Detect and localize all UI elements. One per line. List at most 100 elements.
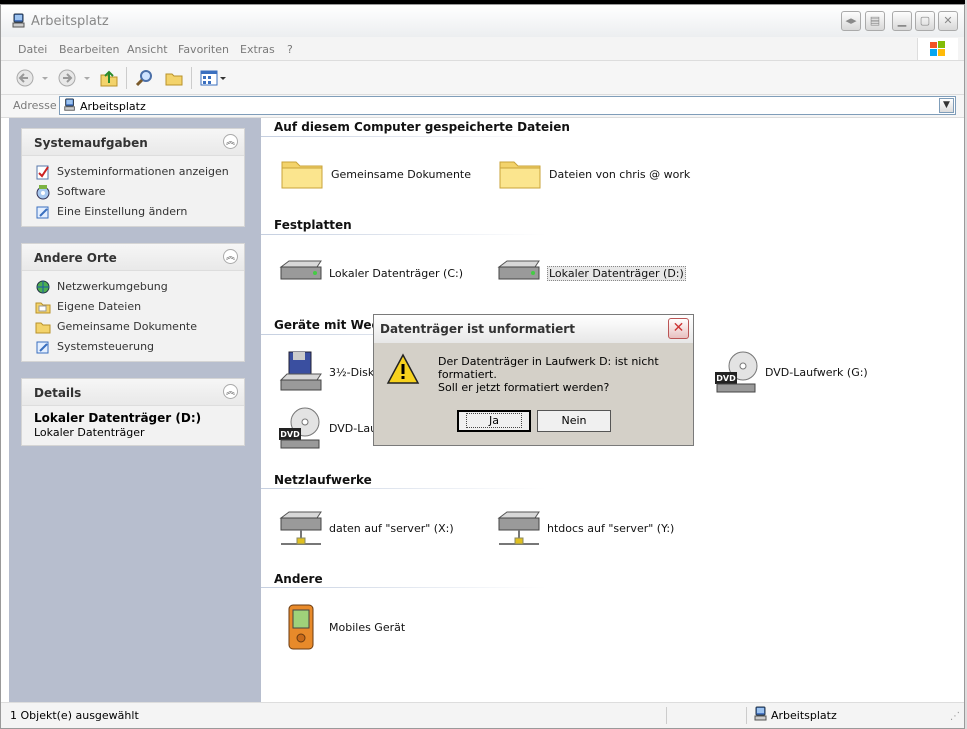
task-change-setting[interactable]: Eine Einstellung ändern	[22, 202, 244, 222]
place-network[interactable]: Netzwerkumgebung	[22, 277, 244, 297]
details-header[interactable]: Details ︽	[22, 379, 244, 406]
maximize-button[interactable]: ▢	[915, 11, 935, 31]
item-mobile-device[interactable]: Mobiles Gerät	[277, 603, 477, 651]
software-icon	[36, 185, 50, 200]
collapse-chevron-icon[interactable]: ︽	[223, 384, 238, 399]
system-tasks-header[interactable]: Systemaufgaben ︽	[22, 129, 244, 156]
menu-tools[interactable]: Extras	[240, 43, 275, 56]
resize-grip-icon[interactable]: ⋰	[950, 711, 960, 722]
close-button[interactable]: ✕	[938, 11, 958, 31]
item-dvd-g[interactable]: DVD DVD-Laufwerk (G:)	[713, 348, 913, 396]
details-item-name: Lokaler Datenträger (D:)	[34, 411, 202, 425]
item-network-x[interactable]: daten auf "server" (X:)	[277, 504, 477, 552]
other-places-panel: Andere Orte ︽ Netzwerkumgebung Eigene Da…	[21, 243, 245, 362]
item-label: Dateien von chris @ work	[549, 168, 691, 181]
dialog-close-button[interactable]: ✕	[668, 318, 689, 339]
task-system-info[interactable]: Systeminformationen anzeigen	[22, 162, 244, 182]
menu-favorites[interactable]: Favoriten	[178, 43, 229, 56]
toolbar	[1, 61, 964, 95]
control-panel-icon	[36, 206, 49, 219]
collapse-chevron-icon[interactable]: ︽	[223, 134, 238, 149]
item-drive-c[interactable]: Lokaler Datenträger (C:)	[277, 249, 477, 297]
network-drive-icon	[497, 511, 540, 545]
address-field[interactable]: Arbeitsplatz ▼	[59, 96, 956, 115]
forward-icon[interactable]	[57, 68, 91, 88]
address-dropdown-button[interactable]: ▼	[939, 98, 954, 113]
place-label: Systemsteuerung	[57, 340, 155, 353]
menu-file[interactable]: Datei	[18, 43, 47, 56]
no-button[interactable]: Nein	[537, 410, 611, 432]
section-title: Netzlaufwerke	[274, 473, 372, 487]
status-selection: 1 Objekt(e) ausgewählt	[10, 709, 139, 722]
system-tasks-title: Systemaufgaben	[34, 136, 148, 150]
control-panel-icon	[36, 341, 49, 354]
place-shared-documents[interactable]: Gemeinsame Dokumente	[22, 317, 244, 337]
status-location: Arbeitsplatz	[771, 709, 837, 722]
yes-button[interactable]: Ja	[457, 410, 531, 432]
title-bar[interactable]: Arbeitsplatz ◂▸ ▤ ▁ ▢ ✕	[1, 5, 964, 38]
menu-edit[interactable]: Bearbeiten	[59, 43, 119, 56]
status-bar: 1 Objekt(e) ausgewählt Arbeitsplatz ⋰	[1, 702, 964, 728]
svg-text:DVD: DVD	[716, 374, 736, 383]
floppy-drive-icon	[279, 351, 322, 391]
details-panel: Details ︽ Lokaler Datenträger (D:) Lokal…	[21, 378, 245, 446]
computer-icon	[12, 13, 25, 28]
hard-drive-icon	[279, 260, 322, 280]
status-separator	[666, 707, 667, 724]
item-floppy[interactable]: 3½-Diske	[277, 348, 387, 396]
menu-help[interactable]: ?	[287, 43, 293, 56]
place-my-documents[interactable]: Eigene Dateien	[22, 297, 244, 317]
section-divider	[261, 488, 546, 489]
address-bar: Adresse Arbeitsplatz ▼	[1, 95, 964, 118]
place-label: Netzwerkumgebung	[57, 280, 168, 293]
dvd-drive-icon: DVD	[279, 407, 320, 449]
item-shared-documents[interactable]: Gemeinsame Dokumente	[279, 150, 479, 198]
place-control-panel[interactable]: Systemsteuerung	[22, 337, 244, 357]
restore-tray-button[interactable]: ▤	[865, 11, 885, 31]
item-drive-d[interactable]: Lokaler Datenträger (D:)	[495, 249, 695, 297]
warning-icon	[386, 353, 420, 384]
section-divider	[261, 136, 546, 137]
item-label: Gemeinsame Dokumente	[331, 168, 471, 181]
collapse-chevron-icon[interactable]: ︽	[223, 249, 238, 264]
extra-button[interactable]: ◂▸	[841, 11, 861, 31]
section-title: Festplatten	[274, 218, 352, 232]
dialog-title: Datenträger ist unformatiert	[380, 322, 575, 336]
windows-logo-icon	[917, 38, 958, 60]
item-label: DVD-Laufwerk (G:)	[765, 366, 868, 379]
minimize-button[interactable]: ▁	[892, 11, 912, 31]
back-icon[interactable]	[15, 68, 49, 88]
item-label: Mobiles Gerät	[329, 621, 406, 634]
system-tasks-panel: Systemaufgaben ︽ Systeminformationen anz…	[21, 128, 245, 227]
window-title: Arbeitsplatz	[31, 14, 109, 29]
place-label: Gemeinsame Dokumente	[57, 320, 197, 333]
place-label: Eigene Dateien	[57, 300, 142, 313]
task-software[interactable]: Software	[22, 182, 244, 202]
item-dvd-drive[interactable]: DVD DVD-Lauf	[277, 404, 387, 452]
item-label: Lokaler Datenträger (C:)	[329, 267, 464, 280]
item-network-y[interactable]: htdocs auf "server" (Y:)	[495, 504, 695, 552]
views-icon[interactable]	[199, 68, 229, 88]
unformatted-disk-dialog: Datenträger ist unformatiert ✕ Der Daten…	[373, 314, 694, 446]
system-info-icon	[36, 165, 49, 180]
folder-up-icon[interactable]	[99, 68, 119, 88]
status-separator	[746, 707, 747, 724]
toolbar-separator	[191, 67, 192, 89]
dvd-drive-icon: DVD	[715, 351, 758, 393]
network-drive-icon	[279, 511, 322, 545]
details-item-type: Lokaler Datenträger	[34, 426, 145, 439]
other-places-title: Andere Orte	[34, 251, 117, 265]
dialog-message: Der Datenträger in Laufwerk D: ist nicht…	[438, 355, 659, 381]
folder-icon	[281, 161, 323, 189]
toolbar-separator	[126, 67, 127, 89]
item-label: htdocs auf "server" (Y:)	[547, 522, 675, 535]
folder-icon	[499, 161, 541, 189]
menu-view[interactable]: Ansicht	[127, 43, 168, 56]
other-places-header[interactable]: Andere Orte ︽	[22, 244, 244, 271]
item-user-files[interactable]: Dateien von chris @ work	[497, 150, 697, 198]
dialog-title-bar[interactable]: Datenträger ist unformatiert ✕	[374, 315, 693, 343]
folders-icon[interactable]	[164, 68, 184, 88]
svg-text:DVD: DVD	[280, 430, 300, 439]
search-icon[interactable]	[135, 68, 155, 88]
dialog-question: Soll er jetzt formatiert werden?	[438, 381, 610, 394]
